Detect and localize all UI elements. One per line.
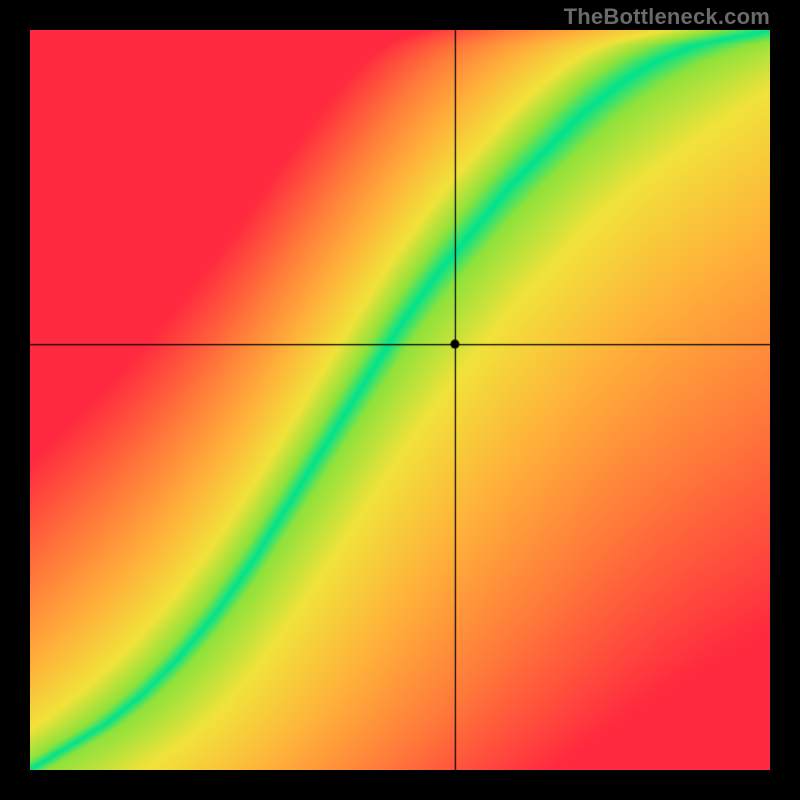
heatmap-plot <box>30 30 770 770</box>
chart-frame: TheBottleneck.com <box>0 0 800 800</box>
heatmap-canvas <box>30 30 770 770</box>
watermark-text: TheBottleneck.com <box>564 4 770 30</box>
